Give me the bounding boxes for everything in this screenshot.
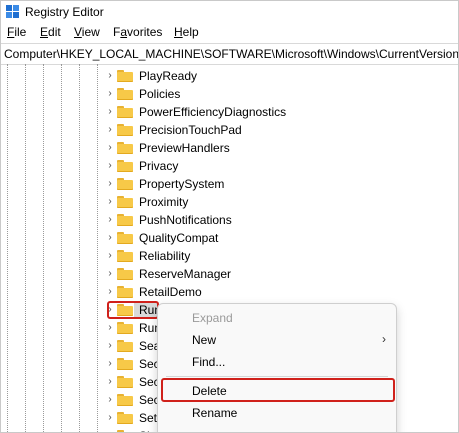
- tree-item[interactable]: › PreviewHandlers: [1, 139, 458, 157]
- address-path: Computer\HKEY_LOCAL_MACHINE\SOFTWARE\Mic…: [4, 47, 458, 61]
- tree-item[interactable]: › PropertySystem: [1, 175, 458, 193]
- menu-bar: File Edit View Favorites Help: [1, 23, 458, 43]
- chevron-right-icon: ›: [382, 332, 386, 346]
- expand-chevron-icon[interactable]: ›: [105, 142, 115, 154]
- menu-view[interactable]: View: [74, 25, 100, 39]
- tree-item-label: Proximity: [139, 195, 189, 209]
- folder-icon: [117, 106, 133, 118]
- expand-chevron-icon[interactable]: ›: [105, 178, 115, 190]
- tree-item[interactable]: › PushNotifications: [1, 211, 458, 229]
- tree-item-label: Policies: [139, 87, 181, 101]
- tree-item[interactable]: › RetailDemo: [1, 283, 458, 301]
- tree-item[interactable]: › PowerEfficiencyDiagnostics: [1, 103, 458, 121]
- tree-item[interactable]: › Policies: [1, 85, 458, 103]
- folder-icon: [117, 430, 133, 432]
- expand-chevron-icon[interactable]: ›: [105, 124, 115, 136]
- tree-item-label: PrecisionTouchPad: [139, 123, 242, 137]
- folder-icon: [117, 250, 133, 262]
- menu-favorites[interactable]: Favorites: [113, 25, 162, 39]
- folder-icon: [117, 142, 133, 154]
- expand-chevron-icon[interactable]: ›: [105, 412, 115, 424]
- tree-item[interactable]: › PrecisionTouchPad: [1, 121, 458, 139]
- tree-item[interactable]: › Privacy: [1, 157, 458, 175]
- address-bar[interactable]: Computer\HKEY_LOCAL_MACHINE\SOFTWARE\Mic…: [1, 43, 458, 65]
- expand-chevron-icon[interactable]: ›: [105, 340, 115, 352]
- folder-icon: [117, 232, 133, 244]
- expand-chevron-icon[interactable]: ›: [105, 268, 115, 280]
- expand-chevron-icon[interactable]: ›: [105, 358, 115, 370]
- folder-icon: [117, 340, 133, 352]
- registry-editor-icon: [6, 5, 19, 18]
- folder-icon: [117, 88, 133, 100]
- expand-chevron-icon[interactable]: ›: [105, 88, 115, 100]
- selected-item-highlight-box: [107, 301, 159, 319]
- folder-icon: [117, 214, 133, 226]
- tree-item-label: RetailDemo: [139, 285, 202, 299]
- folder-icon: [117, 160, 133, 172]
- tree-item-label: PushNotifications: [139, 213, 232, 227]
- tree-item-label: PlayReady: [139, 69, 198, 83]
- window-title: Registry Editor: [25, 5, 104, 19]
- expand-chevron-icon[interactable]: ›: [105, 394, 115, 406]
- title-bar: Registry Editor: [1, 1, 458, 23]
- tree-item-label: QualityCompat: [139, 231, 219, 245]
- menu-help[interactable]: Help: [174, 25, 199, 39]
- folder-icon: [117, 286, 133, 298]
- context-menu-new[interactable]: New ›: [158, 329, 396, 351]
- tree-item-label: Reliability: [139, 249, 191, 263]
- tree-item-label: PreviewHandlers: [139, 141, 230, 155]
- context-menu-delete[interactable]: Delete: [158, 378, 396, 402]
- expand-chevron-icon[interactable]: ›: [105, 106, 115, 118]
- context-menu-find[interactable]: Find...: [158, 351, 396, 373]
- expand-chevron-icon[interactable]: ›: [105, 286, 115, 298]
- tree-item-label: Sh: [139, 429, 154, 432]
- context-menu-separator: [166, 376, 388, 377]
- expand-chevron-icon[interactable]: ›: [105, 322, 115, 334]
- tree-item-label: PropertySystem: [139, 177, 225, 191]
- context-menu-rename[interactable]: Rename: [158, 402, 396, 424]
- menu-file[interactable]: File: [7, 25, 26, 39]
- menu-edit[interactable]: Edit: [40, 25, 61, 39]
- context-menu: Expand New › Find... Delete Rename: [157, 303, 397, 432]
- tree-item-label: Privacy: [139, 159, 179, 173]
- folder-icon: [117, 124, 133, 136]
- tree-item[interactable]: › PlayReady: [1, 67, 458, 85]
- folder-icon: [117, 322, 133, 334]
- tree-item-label: ReserveManager: [139, 267, 232, 281]
- folder-icon: [117, 394, 133, 406]
- expand-chevron-icon[interactable]: ›: [105, 376, 115, 388]
- registry-editor-window: Registry Editor File Edit View Favorites…: [0, 0, 459, 433]
- expand-chevron-icon[interactable]: ›: [105, 160, 115, 172]
- folder-icon: [117, 196, 133, 208]
- folder-icon: [117, 70, 133, 82]
- folder-icon: [117, 412, 133, 424]
- context-menu-expand: Expand: [192, 311, 233, 325]
- tree-item[interactable]: › Proximity: [1, 193, 458, 211]
- expand-chevron-icon[interactable]: ›: [105, 70, 115, 82]
- expand-chevron-icon[interactable]: ›: [105, 214, 115, 226]
- expand-chevron-icon[interactable]: ›: [105, 430, 115, 432]
- expand-chevron-icon[interactable]: ›: [105, 196, 115, 208]
- folder-icon: [117, 358, 133, 370]
- expand-chevron-icon[interactable]: ›: [105, 250, 115, 262]
- folder-icon: [117, 268, 133, 280]
- tree-item[interactable]: › Reliability: [1, 247, 458, 265]
- tree-item-label: PowerEfficiencyDiagnostics: [139, 105, 287, 119]
- expand-chevron-icon[interactable]: ›: [105, 232, 115, 244]
- tree-item[interactable]: › ReserveManager: [1, 265, 458, 283]
- tree-item[interactable]: › QualityCompat: [1, 229, 458, 247]
- folder-icon: [117, 178, 133, 190]
- folder-icon: [117, 376, 133, 388]
